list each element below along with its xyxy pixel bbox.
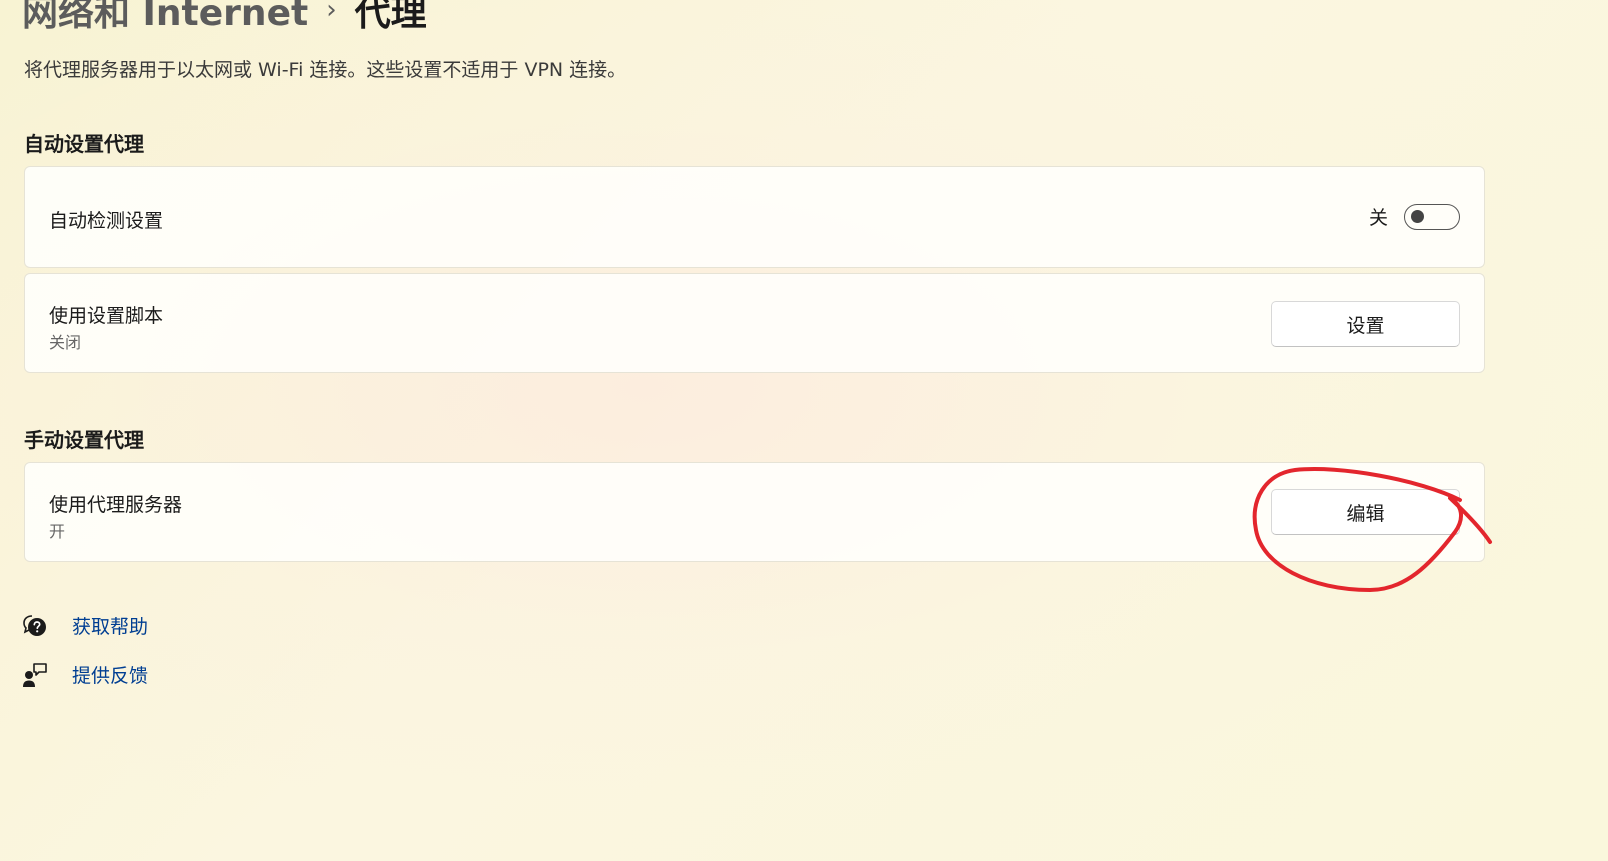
breadcrumb-parent[interactable]: 网络和 Internet bbox=[22, 0, 308, 36]
feedback-icon bbox=[22, 662, 48, 688]
card-setup-script: 使用设置脚本 关闭 设置 bbox=[24, 273, 1485, 373]
help-chat-icon bbox=[22, 613, 48, 639]
chevron-right-icon: › bbox=[326, 0, 337, 25]
card-proxy-server: 使用代理服务器 开 编辑 bbox=[24, 462, 1485, 562]
breadcrumb: 网络和 Internet › 代理 bbox=[22, 0, 427, 36]
help-link[interactable]: 获取帮助 bbox=[72, 612, 148, 639]
setup-script-status: 关闭 bbox=[49, 333, 82, 352]
page-description: 将代理服务器用于以太网或 Wi-Fi 连接。这些设置不适用于 VPN 连接。 bbox=[24, 59, 627, 81]
page-title: 代理 bbox=[354, 0, 427, 34]
card-auto-detect: 自动检测设置 关 bbox=[24, 166, 1485, 268]
proxy-server-label: 使用代理服务器 bbox=[49, 494, 183, 516]
help-link-row[interactable]: 获取帮助 bbox=[22, 612, 148, 639]
setup-script-label: 使用设置脚本 bbox=[49, 305, 164, 327]
proxy-server-status: 开 bbox=[49, 522, 66, 541]
feedback-link-row[interactable]: 提供反馈 bbox=[22, 661, 148, 688]
edit-button[interactable]: 编辑 bbox=[1271, 489, 1460, 535]
section-title-manual: 手动设置代理 bbox=[24, 428, 144, 452]
auto-detect-toggle-group: 关 bbox=[1369, 203, 1460, 230]
feedback-link[interactable]: 提供反馈 bbox=[72, 661, 148, 688]
toggle-knob bbox=[1411, 209, 1424, 223]
toggle-state-label: 关 bbox=[1368, 207, 1388, 229]
section-title-auto: 自动设置代理 bbox=[24, 132, 144, 156]
auto-detect-label: 自动检测设置 bbox=[49, 210, 164, 232]
red-circle-annotation bbox=[1252, 467, 1492, 592]
auto-detect-toggle[interactable] bbox=[1404, 203, 1460, 230]
setup-button[interactable]: 设置 bbox=[1271, 301, 1460, 347]
